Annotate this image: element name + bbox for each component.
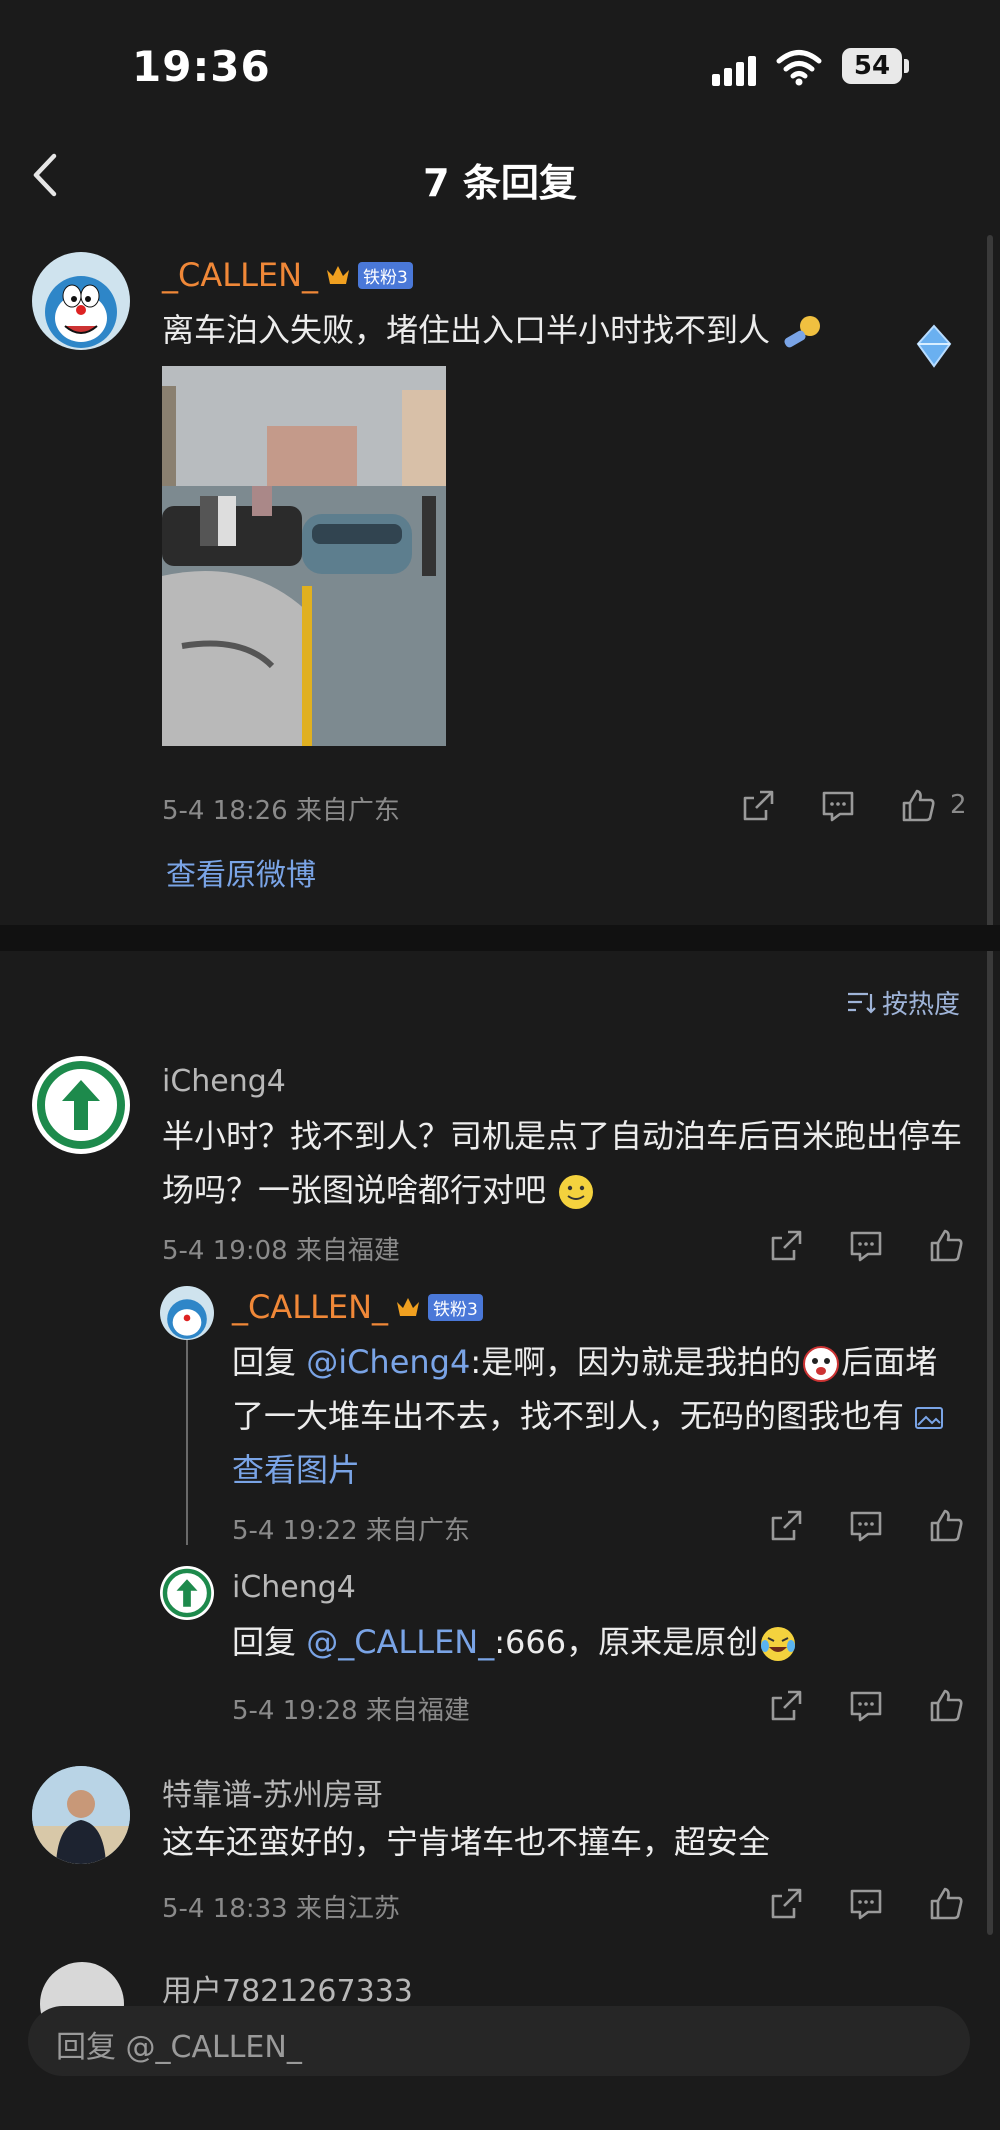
- arrow-logo-icon: [37, 1061, 125, 1149]
- like-count: 2: [950, 790, 967, 820]
- like-icon[interactable]: [928, 1228, 964, 1264]
- reply-author-name[interactable]: iCheng4: [232, 1570, 356, 1605]
- comment-meta: 5-4 18:33 来自江苏: [162, 1894, 400, 1924]
- mention-link[interactable]: @_CALLEN_: [306, 1623, 494, 1661]
- share-icon[interactable]: [768, 1228, 804, 1264]
- image-icon: [915, 1407, 944, 1429]
- like-icon[interactable]: [900, 788, 936, 824]
- share-icon[interactable]: [768, 1886, 804, 1922]
- sort-label: 按热度: [882, 990, 961, 1020]
- smile-emoji-icon: [559, 1175, 594, 1209]
- avatar[interactable]: [32, 1056, 130, 1154]
- person-photo-avatar-icon: [32, 1766, 130, 1864]
- doge-emoji-icon: [803, 1346, 840, 1382]
- comment-author-name[interactable]: iCheng4: [162, 1064, 286, 1099]
- sticker-icon: [784, 316, 821, 348]
- post-author-name[interactable]: _CALLEN_: [162, 256, 318, 294]
- status-time: 19:36: [132, 42, 271, 91]
- like-icon[interactable]: [928, 1688, 964, 1724]
- reply-text-part1: :是啊，因为就是我拍的: [470, 1343, 802, 1381]
- reply-text: 回复 @_CALLEN_:666，原来是原创: [232, 1615, 962, 1669]
- reply-meta: 5-4 19:28 来自福建: [232, 1696, 470, 1726]
- scrollbar[interactable]: [987, 235, 993, 1935]
- view-image-label: 查看图片: [232, 1451, 361, 1489]
- post-text: 离车泊入失败，堵住出入口半小时找不到人: [162, 303, 942, 357]
- like-icon[interactable]: [928, 1508, 964, 1544]
- comment-author-name[interactable]: 用户7821267333: [162, 1966, 413, 2010]
- reply-prefix: 回复: [232, 1343, 307, 1381]
- comment-icon[interactable]: [848, 1508, 884, 1544]
- battery-tip: [904, 59, 909, 73]
- post-image[interactable]: [162, 366, 446, 746]
- like-icon[interactable]: [928, 1886, 964, 1922]
- battery-icon: 54: [842, 48, 902, 84]
- comment-text: 半小时？找不到人？司机是点了自动泊车后百米跑出停车场吗？一张图说啥都行对吧: [162, 1109, 962, 1217]
- comment-meta: 5-4 19:08 来自福建: [162, 1236, 400, 1266]
- post-meta: 5-4 18:26 来自广东: [162, 796, 400, 826]
- doraemon-avatar-icon: [45, 276, 117, 348]
- doraemon-avatar-icon: [167, 1299, 207, 1339]
- cellular-signal-icon: [712, 54, 760, 86]
- reply-prefix: 回复: [232, 1623, 307, 1661]
- section-divider: [0, 925, 1000, 951]
- mention-link[interactable]: @iCheng4: [306, 1343, 470, 1381]
- comment-author-name[interactable]: 特靠谱-苏州房哥: [162, 1770, 383, 1814]
- reply-input-placeholder: 回复 @_CALLEN_: [56, 2030, 302, 2065]
- avatar[interactable]: [32, 252, 130, 350]
- share-icon[interactable]: [768, 1688, 804, 1724]
- fan-badge: 铁粉3: [428, 1293, 483, 1321]
- wifi-icon: [776, 50, 822, 86]
- view-original-link[interactable]: 查看原微博: [166, 850, 316, 894]
- page-title: 7 条回复: [423, 161, 577, 205]
- comment-text: 这车还蛮好的，宁肯堵车也不撞车，超安全: [162, 1823, 771, 1861]
- share-icon[interactable]: [740, 788, 776, 824]
- arrow-logo-icon: [162, 1568, 212, 1618]
- avatar[interactable]: [160, 1286, 214, 1340]
- reply-text: 回复 @iCheng4:是啊，因为就是我拍的 后面堵了一大堆车出不去，找不到人，无…: [232, 1335, 962, 1497]
- crown-icon: [327, 266, 350, 284]
- fan-badge: 铁粉3: [358, 261, 413, 289]
- reply-author-name[interactable]: _CALLEN_: [232, 1288, 388, 1326]
- crown-icon: [397, 1298, 420, 1316]
- post-text-content: 离车泊入失败，堵住出入口半小时找不到人: [162, 311, 771, 349]
- comment-icon[interactable]: [848, 1688, 884, 1724]
- comment-icon[interactable]: [820, 788, 856, 824]
- sort-icon: [848, 992, 876, 1014]
- thread-line: [186, 1340, 188, 1545]
- sort-button[interactable]: 按热度: [846, 984, 960, 1021]
- laugh-cry-emoji-icon: [761, 1627, 796, 1661]
- comment-icon[interactable]: [848, 1886, 884, 1922]
- share-icon[interactable]: [768, 1508, 804, 1544]
- avatar[interactable]: [32, 1766, 130, 1864]
- comment-icon[interactable]: [848, 1228, 884, 1264]
- avatar[interactable]: [160, 1566, 214, 1620]
- diamond-icon: [916, 324, 952, 368]
- reply-text-content: :666，原来是原创: [494, 1623, 759, 1661]
- reply-meta: 5-4 19:22 来自广东: [232, 1516, 470, 1546]
